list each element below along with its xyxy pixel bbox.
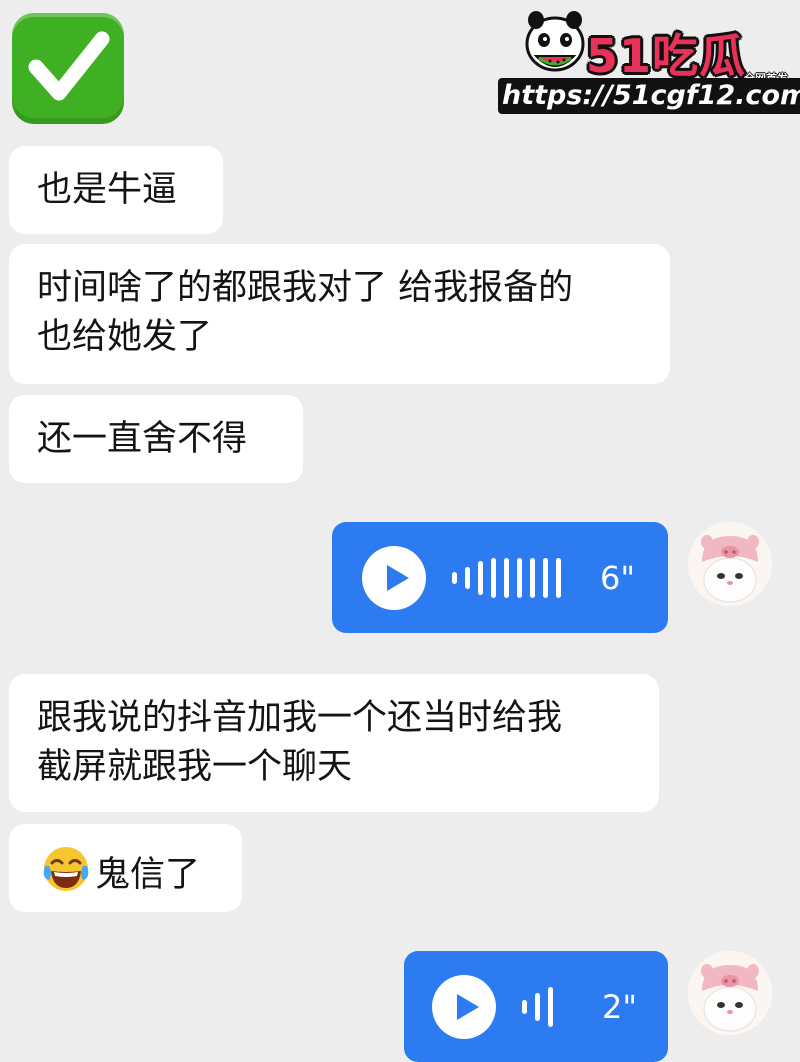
avatar[interactable] [688, 951, 772, 1035]
tears-of-joy-emoji-icon [41, 844, 91, 894]
voice-message[interactable]: 2" [404, 951, 668, 1062]
voice-duration: 6" [600, 559, 636, 597]
voice-duration: 2" [602, 988, 638, 1026]
message-text: 时间啥了的都跟我对了 给我报备的 [37, 268, 574, 308]
watermark-mascot-icon [522, 6, 588, 78]
watermark-brand: 51吃瓜 [586, 29, 747, 83]
message-bubble[interactable]: 时间啥了的都跟我对了 给我报备的 也给她发了 [9, 244, 670, 384]
watermark: 51吃瓜 全网首发 https://51cgf12.com [498, 6, 800, 114]
message-bubble[interactable]: 鬼信了 [9, 824, 242, 912]
message-text: 还一直舍不得 [37, 419, 248, 459]
message-bubble[interactable]: 还一直舍不得 [9, 395, 303, 483]
play-icon[interactable] [362, 546, 426, 610]
message-bubble[interactable]: 也是牛逼 [9, 146, 223, 234]
avatar[interactable] [688, 522, 772, 606]
message-bubble[interactable]: 跟我说的抖音加我一个还当时给我 截屏就跟我一个聊天 [9, 674, 659, 812]
message-text: 也是牛逼 [37, 170, 178, 210]
check-mark-emoji [12, 13, 124, 124]
message-text: 也给她发了 [37, 317, 213, 357]
waveform-icon [452, 558, 561, 598]
voice-message[interactable]: 6" [332, 522, 668, 633]
waveform-icon [522, 987, 553, 1027]
message-text: 截屏就跟我一个聊天 [37, 747, 353, 787]
chat-view: 51吃瓜 全网首发 https://51cgf12.com 也是牛逼 时间啥了的… [0, 0, 800, 1062]
message-text: 跟我说的抖音加我一个还当时给我 [37, 698, 563, 738]
play-icon[interactable] [432, 975, 496, 1039]
watermark-url: https://51cgf12.com [498, 78, 800, 114]
message-text: 鬼信了 [95, 855, 201, 895]
